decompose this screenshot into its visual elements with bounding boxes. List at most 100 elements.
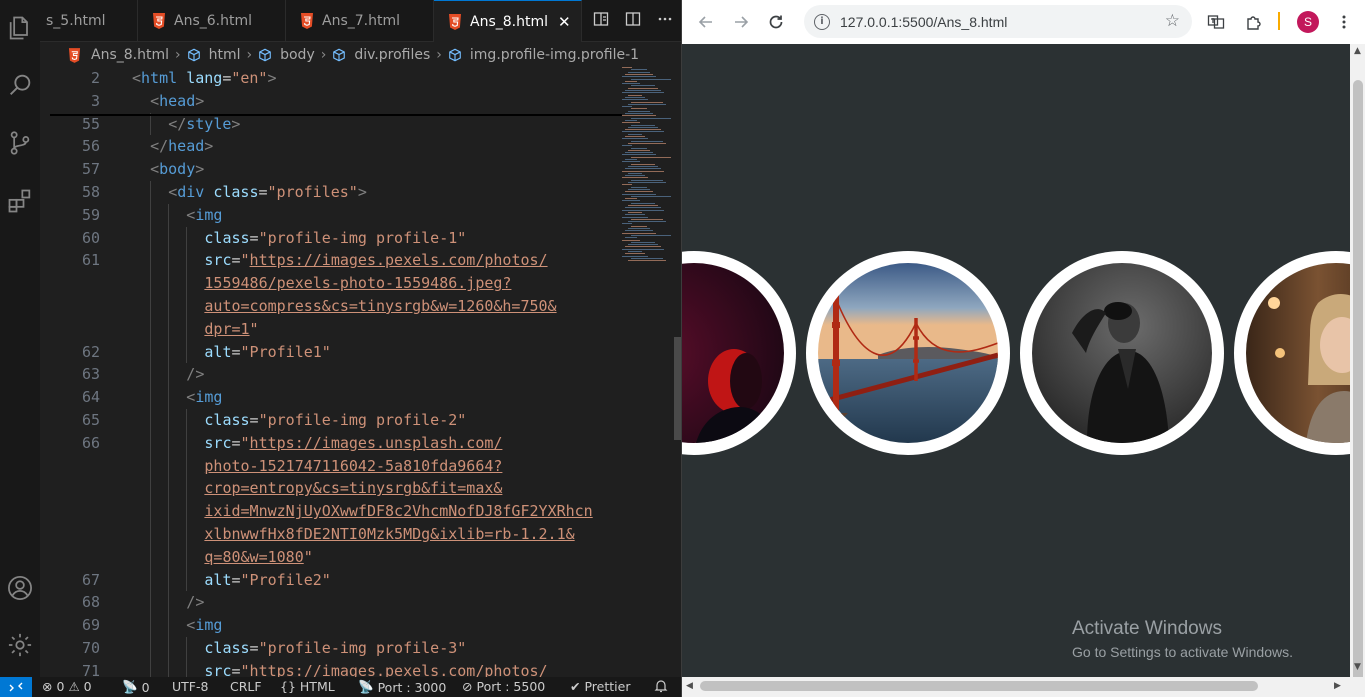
problems-status[interactable]: ⊗ 0 ⚠ 0 <box>42 679 92 694</box>
code-line[interactable]: 3 <head> <box>40 90 620 113</box>
code-line[interactable]: auto=compress&cs=tinysrgb&w=1260&h=750& <box>40 294 620 318</box>
site-info-icon[interactable]: i <box>814 13 830 30</box>
code-line[interactable]: 66 src="https://images.unsplash.com/ <box>40 431 620 455</box>
back-arrow-icon[interactable] <box>694 10 718 34</box>
code-text: class="profile-img profile-2" <box>204 410 467 429</box>
code-text: q=80&w=1080" <box>204 547 313 566</box>
vertical-scroll-thumb[interactable] <box>1353 80 1363 697</box>
bookmark-star-icon[interactable]: ☆ <box>1165 11 1180 31</box>
scroll-right-arrow-icon[interactable]: ▶ <box>1334 681 1341 691</box>
minimap-line <box>631 186 647 188</box>
indent-guide <box>186 340 188 364</box>
indent-guide <box>168 636 170 660</box>
code-line[interactable]: 70 class="profile-img profile-3" <box>40 636 620 660</box>
editor-scrollbar[interactable] <box>674 337 681 440</box>
page-vertical-scrollbar[interactable]: ▲ ▼ <box>1350 44 1365 697</box>
scroll-left-arrow-icon[interactable]: ◀ <box>686 681 693 691</box>
code-line[interactable]: 64 <img <box>40 386 620 409</box>
code-line[interactable]: 67 alt="Profile2" <box>40 568 620 592</box>
code-text: <div class="profiles"> <box>168 182 367 201</box>
code-line[interactable]: 62 alt="Profile1" <box>40 340 620 364</box>
code-line[interactable]: 65 class="profile-img profile-2" <box>40 408 620 432</box>
translate-icon[interactable] <box>1204 10 1228 34</box>
tab-ans7[interactable]: Ans_7.html <box>286 0 434 42</box>
ports-status[interactable]: 📡 0 <box>122 679 150 695</box>
prettier-status[interactable]: ✔ Prettier <box>570 679 630 694</box>
code-line[interactable]: q=80&w=1080" <box>40 545 620 569</box>
forward-arrow-icon[interactable] <box>729 10 753 34</box>
symbol-element-icon <box>448 48 462 62</box>
code-line[interactable]: photo-1521747116042-5a810fda9664? <box>40 454 620 478</box>
indent-guide <box>168 591 170 615</box>
breadcrumb-html[interactable]: html <box>209 47 241 63</box>
code-line[interactable]: 1559486/pexels-photo-1559486.jpeg? <box>40 272 620 295</box>
code-line[interactable]: 58 <div class="profiles"> <box>40 180 620 204</box>
code-line[interactable]: 60 class="profile-img profile-1" <box>40 226 620 250</box>
extensions-icon[interactable] <box>4 185 36 217</box>
chrome-menu-icon[interactable] <box>1332 10 1356 34</box>
notifications-icon[interactable] <box>654 679 668 693</box>
profile-photo-2 <box>818 263 998 443</box>
code-line[interactable]: 61 src="https://images.pexels.com/photos/ <box>40 249 620 273</box>
port2-label: Port : 5500 <box>476 679 546 694</box>
account-icon[interactable] <box>4 572 36 604</box>
code-line[interactable]: 63 /> <box>40 363 620 387</box>
indent-guide <box>186 568 188 592</box>
breadcrumb-img[interactable]: img.profile-img.profile-1 <box>470 47 639 63</box>
error-count: 0 <box>56 679 65 694</box>
manage-gear-icon[interactable] <box>4 629 36 661</box>
tab-ans6[interactable]: Ans_6.html <box>138 0 286 42</box>
html5-icon <box>152 13 166 29</box>
breadcrumb-div[interactable]: div.profiles <box>354 47 430 63</box>
breadcrumb-file[interactable]: Ans_8.html <box>91 47 169 63</box>
remote-indicator-icon[interactable] <box>0 677 32 697</box>
code-line[interactable]: xlbnwwfHx8fDE2NTI0Mzk5MDg&ixlib=rb-1.2.1… <box>40 522 620 546</box>
page-horizontal-scrollbar[interactable]: ◀ ▶ <box>682 677 1365 697</box>
code-line[interactable]: crop=entropy&cs=tinysrgb&fit=max& <box>40 477 620 501</box>
breadcrumb-body[interactable]: body <box>280 47 315 63</box>
code-line[interactable]: dpr=1" <box>40 317 620 341</box>
indent-guide <box>186 454 188 478</box>
extensions-puzzle-icon[interactable] <box>1242 10 1266 34</box>
explorer-icon[interactable] <box>4 12 36 44</box>
indent-guide <box>150 500 152 523</box>
code-editor[interactable]: 2 <html lang="en"> 3 <head> 55 </style> 56 </he… <box>40 67 620 683</box>
eol-status[interactable]: CRLF <box>230 679 262 694</box>
minimap-line <box>625 214 645 216</box>
code-line[interactable]: 59 <img <box>40 203 620 227</box>
code-line[interactable]: 55 </style> <box>40 112 620 136</box>
code-line[interactable]: 69 <img <box>40 614 620 637</box>
profile-avatar[interactable]: S <box>1297 11 1319 33</box>
address-bar[interactable]: i 127.0.0.1:5500/Ans_8.html ☆ <box>804 5 1192 38</box>
line-number: 55 <box>81 114 100 133</box>
code-line[interactable]: 57 <body> <box>40 158 620 181</box>
minimap[interactable] <box>618 67 671 267</box>
code-text: <img <box>186 205 223 224</box>
reload-icon[interactable] <box>764 10 788 34</box>
split-editor-icon[interactable] <box>624 10 642 28</box>
minimap-line <box>631 69 647 71</box>
code-line[interactable]: 56 </head> <box>40 135 620 158</box>
scroll-up-arrow-icon[interactable]: ▲ <box>1354 46 1361 56</box>
source-control-icon[interactable] <box>4 127 36 159</box>
symbol-element-icon <box>258 48 272 62</box>
scroll-down-arrow-icon[interactable]: ▼ <box>1354 662 1361 672</box>
close-icon[interactable]: ✕ <box>558 13 571 31</box>
more-actions-icon[interactable] <box>656 10 674 28</box>
live-server-go-live[interactable]: ⊘ Port : 5500 <box>462 679 545 694</box>
indent-guide <box>150 226 152 250</box>
tab-s5[interactable]: s_5.html <box>40 0 138 42</box>
activity-bar <box>0 0 40 677</box>
language-status[interactable]: {} HTML <box>280 679 335 694</box>
code-line[interactable]: ixid=MnwzNjUyOXwwfDF8c2VhcmNofDJ8fGF2YXR… <box>40 500 620 523</box>
open-preview-icon[interactable] <box>592 10 610 28</box>
search-icon[interactable] <box>4 69 36 101</box>
live-server-port-status[interactable]: 📡 Port : 3000 <box>358 679 446 695</box>
horizontal-scroll-thumb[interactable] <box>700 681 1258 691</box>
code-line[interactable]: 68 /> <box>40 591 620 615</box>
indent-guide <box>150 431 152 455</box>
minimap-line <box>625 73 653 75</box>
tab-ans8-active[interactable]: Ans_8.html ✕ <box>434 0 582 42</box>
encoding-status[interactable]: UTF-8 <box>172 679 208 694</box>
code-line[interactable]: 2 <html lang="en"> <box>40 67 620 90</box>
